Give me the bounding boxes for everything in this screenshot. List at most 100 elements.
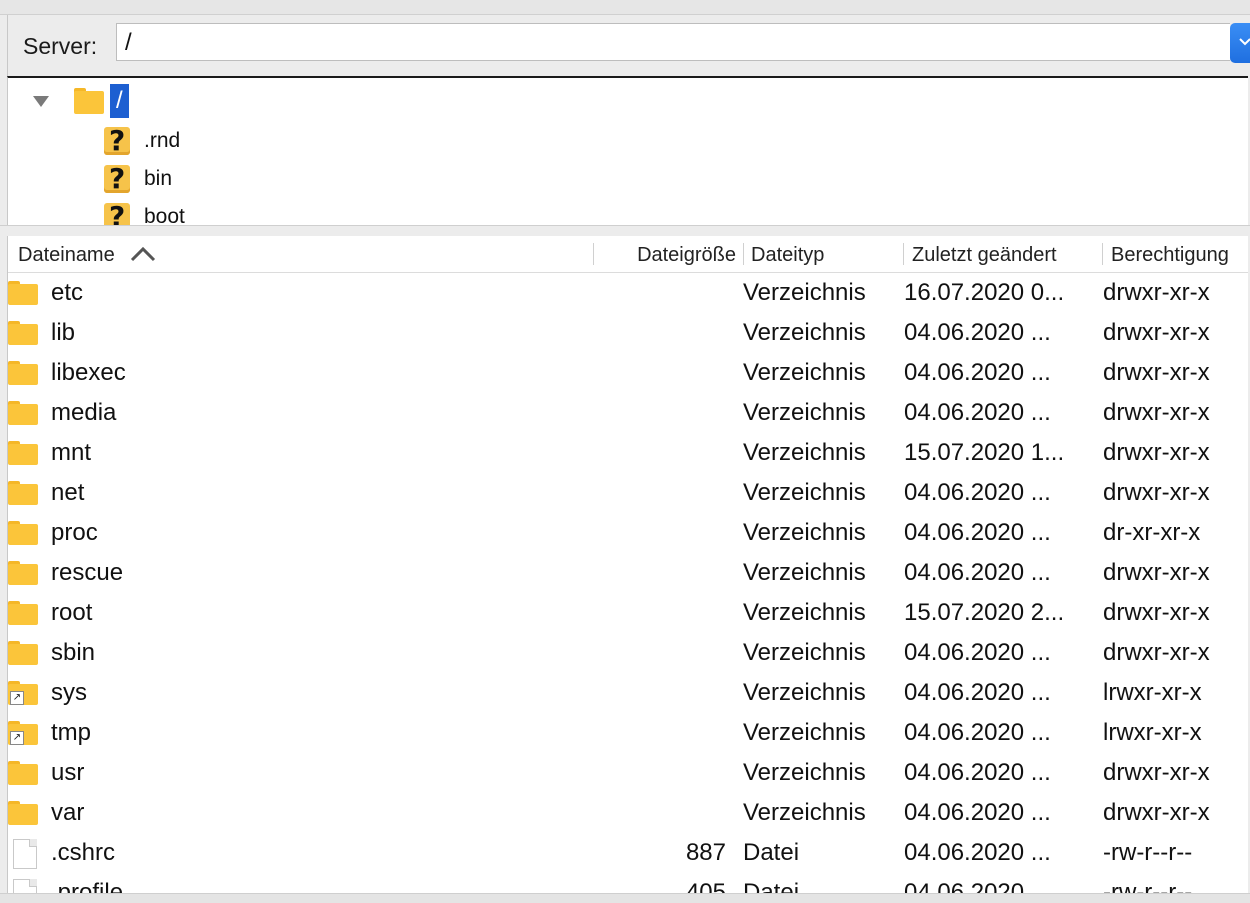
folder-icon bbox=[8, 441, 38, 465]
folder-icon bbox=[8, 361, 38, 385]
file-name: lib bbox=[51, 319, 76, 346]
file-permissions: drwxr-xr-x bbox=[1103, 639, 1210, 666]
file-type: Verzeichnis bbox=[743, 599, 866, 626]
file-type: Verzeichnis bbox=[743, 679, 866, 706]
remote-directory-tree[interactable]: / ? .rnd ? bin ? boot bbox=[7, 76, 1248, 226]
column-header-name-label: Dateiname bbox=[18, 244, 115, 266]
file-modified: 04.06.2020 ... bbox=[904, 759, 1051, 786]
table-row[interactable]: usr Verzeichnis 04.06.2020 ... drwxr-xr-… bbox=[8, 753, 1248, 793]
tree-item[interactable]: ? boot bbox=[104, 200, 185, 226]
folder-link-icon: ↗ bbox=[8, 681, 38, 705]
file-name: mnt bbox=[51, 439, 92, 466]
server-label: Server: bbox=[23, 33, 98, 59]
table-row[interactable]: media Verzeichnis 04.06.2020 ... drwxr-x… bbox=[8, 393, 1248, 433]
column-header-size[interactable]: Dateigröße bbox=[598, 236, 736, 272]
file-permissions: drwxr-xr-x bbox=[1103, 559, 1210, 586]
table-row[interactable]: .cshrc 887 Datei 04.06.2020 ... -rw-r--r… bbox=[8, 833, 1248, 873]
question-mark-icon: ? bbox=[104, 162, 130, 195]
table-row[interactable]: proc Verzeichnis 04.06.2020 ... dr-xr-xr… bbox=[8, 513, 1248, 553]
file-size bbox=[598, 713, 726, 753]
file-type: Verzeichnis bbox=[743, 439, 866, 466]
file-size bbox=[598, 473, 726, 513]
table-row[interactable]: sbin Verzeichnis 04.06.2020 ... drwxr-xr… bbox=[8, 633, 1248, 673]
file-permissions: drwxr-xr-x bbox=[1103, 439, 1210, 466]
file-permissions: -rw-r--r-- bbox=[1103, 839, 1193, 866]
file-modified: 04.06.2020 ... bbox=[904, 799, 1051, 826]
column-header-type[interactable]: Dateityp bbox=[751, 236, 901, 272]
table-row[interactable]: root Verzeichnis 15.07.2020 2... drwxr-x… bbox=[8, 593, 1248, 633]
server-bar: Server: / bbox=[7, 15, 1250, 76]
file-list-rows: etc Verzeichnis 16.07.2020 0... drwxr-xr… bbox=[8, 273, 1248, 902]
column-separator[interactable] bbox=[593, 243, 594, 265]
table-row[interactable]: ↗ sys Verzeichnis 04.06.2020 ... lrwxr-x… bbox=[8, 673, 1248, 713]
file-permissions: drwxr-xr-x bbox=[1103, 759, 1210, 786]
file-size bbox=[598, 513, 726, 553]
folder-icon bbox=[8, 401, 38, 425]
tree-item[interactable]: ? bin bbox=[104, 162, 172, 196]
file-modified: 04.06.2020 ... bbox=[904, 839, 1051, 866]
file-size bbox=[598, 633, 726, 673]
file-name: net bbox=[51, 479, 85, 506]
file-modified: 04.06.2020 ... bbox=[904, 679, 1051, 706]
file-name: .cshrc bbox=[51, 839, 116, 866]
file-modified: 04.06.2020 ... bbox=[904, 359, 1051, 386]
file-permissions: drwxr-xr-x bbox=[1103, 799, 1210, 826]
file-modified: 04.06.2020 ... bbox=[904, 639, 1051, 666]
tree-item[interactable]: ? .rnd bbox=[104, 124, 180, 158]
file-type: Verzeichnis bbox=[743, 759, 866, 786]
tree-item-label: .rnd bbox=[144, 129, 181, 152]
file-type: Verzeichnis bbox=[743, 359, 866, 386]
server-path-input[interactable]: / bbox=[116, 23, 1230, 61]
file-size bbox=[598, 393, 726, 433]
file-size bbox=[598, 593, 726, 633]
file-permissions: drwxr-xr-x bbox=[1103, 279, 1210, 306]
table-row[interactable]: rescue Verzeichnis 04.06.2020 ... drwxr-… bbox=[8, 553, 1248, 593]
file-modified: 04.06.2020 ... bbox=[904, 719, 1051, 746]
file-modified: 04.06.2020 ... bbox=[904, 319, 1051, 346]
file-name: tmp bbox=[51, 719, 92, 746]
file-modified: 04.06.2020 ... bbox=[904, 399, 1051, 426]
column-header-name[interactable]: Dateiname bbox=[18, 236, 588, 272]
file-modified: 15.07.2020 1... bbox=[904, 439, 1065, 466]
sort-ascending-icon bbox=[131, 246, 156, 262]
column-header-permissions[interactable]: Berechtigung bbox=[1111, 236, 1248, 272]
remote-file-list[interactable]: Dateiname Dateigröße Dateityp Zuletzt ge… bbox=[7, 236, 1248, 902]
file-permissions: drwxr-xr-x bbox=[1103, 479, 1210, 506]
column-separator[interactable] bbox=[1102, 243, 1103, 265]
folder-icon bbox=[74, 88, 104, 114]
table-row[interactable]: mnt Verzeichnis 15.07.2020 1... drwxr-xr… bbox=[8, 433, 1248, 473]
table-row[interactable]: var Verzeichnis 04.06.2020 ... drwxr-xr-… bbox=[8, 793, 1248, 833]
folder-link-icon: ↗ bbox=[8, 721, 38, 745]
table-row[interactable]: net Verzeichnis 04.06.2020 ... drwxr-xr-… bbox=[8, 473, 1248, 513]
file-type: Verzeichnis bbox=[743, 479, 866, 506]
file-name: usr bbox=[51, 759, 85, 786]
file-size bbox=[598, 353, 726, 393]
file-size bbox=[598, 553, 726, 593]
chevron-down-icon bbox=[1239, 38, 1250, 46]
question-mark-icon: ? bbox=[104, 124, 130, 157]
folder-icon bbox=[8, 601, 38, 625]
tree-root-node[interactable]: / bbox=[32, 84, 129, 118]
file-name: root bbox=[51, 599, 93, 626]
table-row[interactable]: etc Verzeichnis 16.07.2020 0... drwxr-xr… bbox=[8, 273, 1248, 313]
file-modified: 04.06.2020 ... bbox=[904, 559, 1051, 586]
disclosure-triangle-down-icon[interactable] bbox=[32, 94, 50, 108]
column-separator[interactable] bbox=[903, 243, 904, 265]
file-type: Verzeichnis bbox=[743, 279, 866, 306]
file-name: libexec bbox=[51, 359, 126, 386]
column-header-modified[interactable]: Zuletzt geändert bbox=[912, 236, 1102, 272]
table-row[interactable]: lib Verzeichnis 04.06.2020 ... drwxr-xr-… bbox=[8, 313, 1248, 353]
table-row[interactable]: ↗ tmp Verzeichnis 04.06.2020 ... lrwxr-x… bbox=[8, 713, 1248, 753]
file-type: Datei bbox=[743, 839, 800, 866]
file-type: Verzeichnis bbox=[743, 719, 866, 746]
folder-icon bbox=[8, 321, 38, 345]
column-separator[interactable] bbox=[743, 243, 744, 265]
tree-root-label[interactable]: / bbox=[110, 84, 129, 118]
file-permissions: drwxr-xr-x bbox=[1103, 399, 1210, 426]
file-size bbox=[598, 273, 726, 313]
file-size: 887 bbox=[685, 839, 726, 866]
file-type: Verzeichnis bbox=[743, 519, 866, 546]
server-path-dropdown-button[interactable] bbox=[1230, 23, 1250, 63]
table-row[interactable]: libexec Verzeichnis 04.06.2020 ... drwxr… bbox=[8, 353, 1248, 393]
file-type: Verzeichnis bbox=[743, 559, 866, 586]
